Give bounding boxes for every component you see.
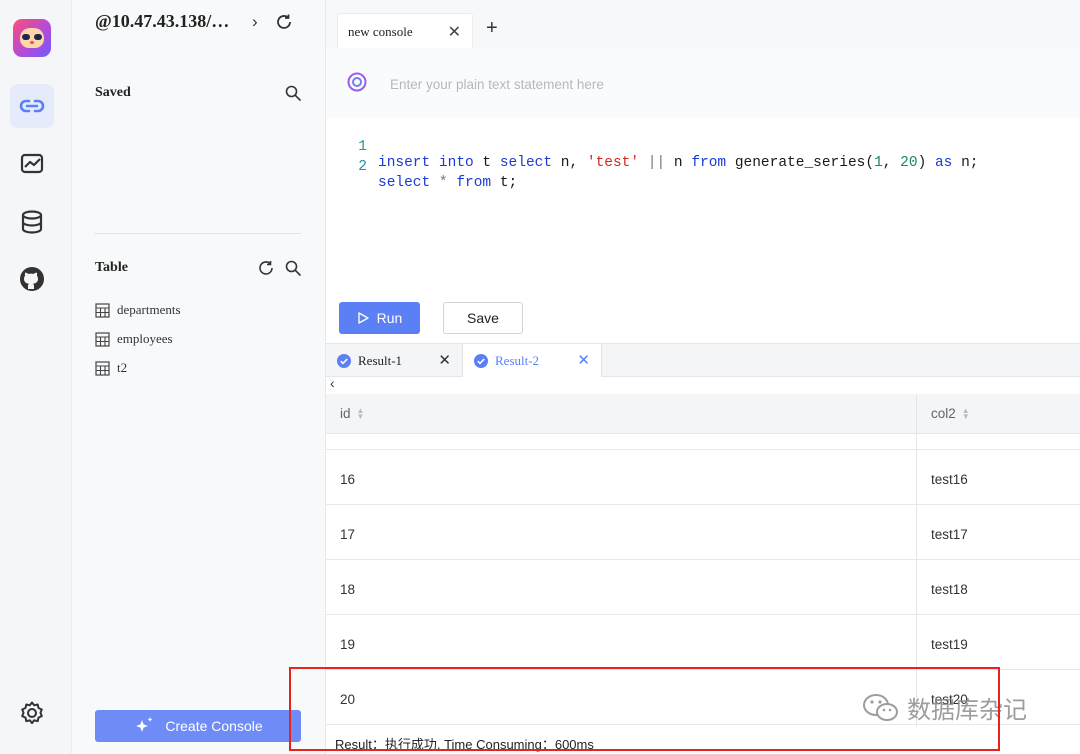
- refresh-icon[interactable]: [275, 13, 293, 31]
- table-cell: test17: [931, 527, 968, 542]
- line-number: 2: [358, 159, 367, 175]
- check-circle-icon: [337, 353, 351, 368]
- code-line: 2 select * from t;: [326, 143, 517, 191]
- table-cell: 17: [340, 527, 356, 542]
- table-item-employees[interactable]: employees: [95, 330, 173, 348]
- close-icon[interactable]: ✕: [438, 351, 451, 369]
- link-icon: [19, 99, 45, 113]
- table-cell: test18: [931, 582, 968, 597]
- code-line: 1 insert into t select n, 'test' || n fr…: [326, 123, 978, 171]
- table-item-departments[interactable]: departments: [95, 301, 181, 319]
- plus-icon[interactable]: +: [486, 17, 498, 40]
- table-cell: test16: [931, 472, 968, 487]
- saved-section-title: Saved: [95, 85, 131, 100]
- sql-editor[interactable]: 1 insert into t select n, 'test' || n fr…: [326, 118, 1080, 298]
- chevron-left-icon[interactable]: ‹: [330, 375, 335, 391]
- table-item-t2[interactable]: t2: [95, 359, 127, 377]
- column-header-col2[interactable]: col2 ▲ ▼: [931, 406, 970, 421]
- ai-prompt-bar: [326, 48, 1080, 118]
- nav-connections-button[interactable]: [10, 84, 54, 128]
- table-row[interactable]: 17 test17: [326, 505, 1080, 560]
- column-header-label: id: [340, 406, 351, 421]
- table-item-label: departments: [117, 302, 181, 317]
- table-item-label: employees: [117, 331, 173, 346]
- table-cell: 19: [340, 637, 356, 652]
- table-row-partial: [326, 434, 1080, 450]
- result-grid-header: id ▲ ▼ col2 ▲ ▼: [326, 394, 1080, 434]
- app-window: @10.47.43.138/… › Saved Table department…: [0, 0, 1080, 754]
- table-icon: [95, 331, 110, 347]
- create-console-button[interactable]: Create Console: [95, 710, 301, 742]
- gear-icon[interactable]: [17, 698, 47, 728]
- database-icon: [21, 210, 43, 234]
- sparkle-icon: [136, 717, 153, 732]
- highlight-annotation-box: [289, 667, 1000, 751]
- table-item-label: t2: [117, 360, 128, 375]
- close-icon[interactable]: ✕: [577, 351, 590, 369]
- table-cell: 16: [340, 472, 356, 487]
- nav-rail: [0, 0, 72, 754]
- app-logo: [13, 19, 51, 57]
- table-cell: 18: [340, 582, 356, 597]
- table-row[interactable]: 16 test16: [326, 450, 1080, 505]
- search-icon[interactable]: [285, 85, 301, 101]
- github-icon: [20, 267, 44, 291]
- save-button[interactable]: Save: [443, 302, 523, 334]
- sort-icon[interactable]: ▲ ▼: [357, 406, 365, 420]
- table-icon: [95, 302, 110, 318]
- play-icon: [357, 312, 369, 324]
- close-icon[interactable]: ✕: [448, 22, 461, 42]
- sidebar: @10.47.43.138/… › Saved Table department…: [72, 0, 326, 754]
- console-tabbar: new console ✕ +: [326, 0, 1080, 48]
- nav-database-button[interactable]: [10, 200, 54, 244]
- run-button[interactable]: Run: [339, 302, 420, 334]
- result-tabbar: Result-1 ✕ Result-2 ✕: [326, 343, 1080, 377]
- table-row[interactable]: 19 test19: [326, 615, 1080, 670]
- nav-dashboard-button[interactable]: [10, 142, 54, 186]
- run-label: Run: [376, 310, 403, 326]
- refresh-icon[interactable]: [258, 260, 274, 276]
- sort-icon[interactable]: ▲ ▼: [962, 406, 970, 420]
- result-tab-label: Result-2: [495, 352, 540, 368]
- chart-icon: [20, 153, 44, 174]
- column-header-id[interactable]: id ▲ ▼: [340, 406, 364, 421]
- save-label: Save: [467, 310, 499, 326]
- ai-assistant-icon: [347, 72, 367, 92]
- create-console-label: Create Console: [165, 718, 263, 734]
- check-circle-icon: [474, 353, 488, 368]
- collapse-row: ‹: [326, 375, 1080, 394]
- column-header-label: col2: [931, 406, 956, 421]
- main-panel: new console ✕ + 1 insert into t select n…: [289, 0, 1080, 754]
- tab-new-console[interactable]: new console ✕: [337, 13, 473, 48]
- tab-label: new console: [348, 24, 413, 39]
- tab-result-2[interactable]: Result-2 ✕: [463, 344, 602, 377]
- table-section-title: Table: [95, 260, 128, 275]
- section-divider: [94, 233, 301, 234]
- table-row[interactable]: 18 test18: [326, 560, 1080, 615]
- connection-title[interactable]: @10.47.43.138/…: [95, 11, 229, 32]
- ai-prompt-input[interactable]: [390, 73, 1050, 95]
- table-icon: [95, 360, 110, 376]
- chevron-right-icon[interactable]: ›: [252, 12, 258, 32]
- tab-result-1[interactable]: Result-1 ✕: [326, 344, 463, 377]
- result-tab-label: Result-1: [358, 352, 403, 368]
- nav-github-button[interactable]: [10, 257, 54, 301]
- search-icon[interactable]: [285, 260, 301, 276]
- table-cell: test19: [931, 637, 968, 652]
